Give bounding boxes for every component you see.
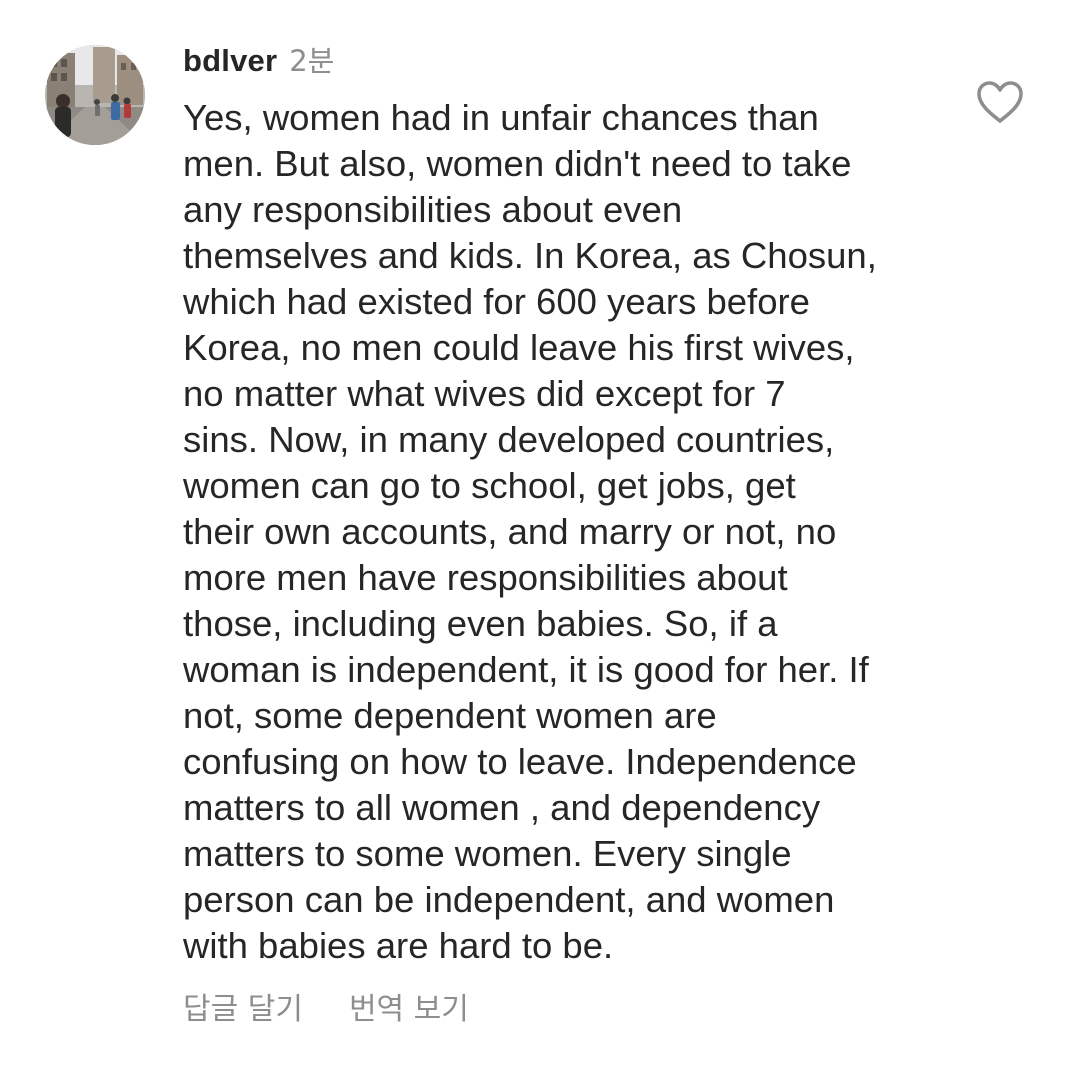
comment-line: any responsibilities about even [183,189,683,230]
comment-line: men. But also, women didn't need to take [183,143,852,184]
comment-line: matters to some women. Every single [183,833,792,874]
comment: bdlver 2분 Yes, women had in unfair chanc… [0,0,1080,1080]
username[interactable]: bdlver [183,43,277,79]
comment-line: confusing on how to leave. Independence [183,741,857,782]
comment-text: Yes, women had in unfair chances than me… [183,95,943,969]
avatar-photo [45,45,145,145]
timestamp: 2분 [289,44,335,78]
avatar[interactable] [45,45,145,145]
like-button[interactable] [975,80,1025,124]
comment-line: person can be independent, and women [183,879,835,920]
comment-line: woman is independent, it is good for her… [183,649,869,690]
comment-line: sins. Now, in many developed countries, [183,419,835,460]
comment-line: which had existed for 600 years before [183,281,810,322]
comment-line: themselves and kids. In Korea, as Chosun… [183,235,877,276]
comment-line: no matter what wives did except for 7 [183,373,786,414]
comment-line: women can go to school, get jobs, get [183,465,796,506]
comment-line: Korea, no men could leave his first wive… [183,327,855,368]
comment-actions: 답글 달기 번역 보기 [183,984,469,1028]
reply-button[interactable]: 답글 달기 [183,984,303,1028]
heart-outline-icon [977,81,1023,123]
comment-line: Yes, women had in unfair chances than [183,97,819,138]
comment-line: those, including even babies. So, if a [183,603,778,644]
comment-line: matters to all women , and dependency [183,787,821,828]
comment-line: their own accounts, and marry or not, no [183,511,837,552]
comment-line: more men have responsibilities about [183,557,788,598]
comment-line: not, some dependent women are [183,695,717,736]
comment-line: with babies are hard to be. [183,925,614,966]
comment-header: bdlver 2분 [183,38,334,78]
see-translation-button[interactable]: 번역 보기 [349,984,469,1028]
